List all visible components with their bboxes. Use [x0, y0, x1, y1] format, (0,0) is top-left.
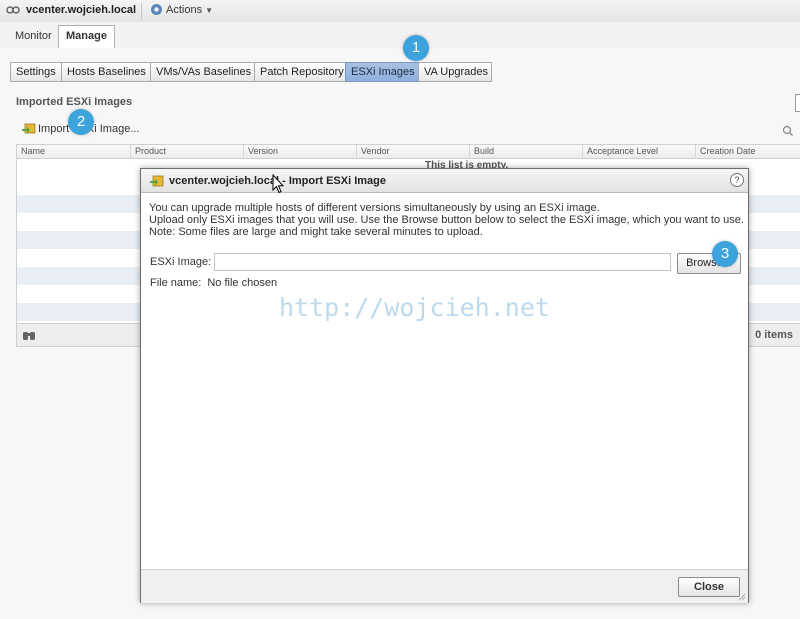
gear-icon [151, 4, 162, 15]
column-header-build[interactable]: Build [469, 145, 584, 158]
tab-settings[interactable]: Settings [10, 62, 62, 82]
column-header-vendor[interactable]: Vendor [356, 145, 471, 158]
actions-menu[interactable]: Actions ▼ [150, 3, 213, 16]
column-header-name[interactable]: Name [17, 145, 131, 158]
chevron-down-icon: ▼ [205, 6, 213, 15]
filter-search[interactable] [778, 122, 798, 140]
host-name: vcenter.wojcieh.local [26, 4, 137, 16]
import-package-icon [150, 175, 164, 187]
column-header-product[interactable]: Product [130, 145, 245, 158]
import-package-icon [22, 123, 36, 134]
callout-1: 1 [403, 35, 429, 61]
column-header-acceptance-level[interactable]: Acceptance Level [582, 145, 697, 158]
column-header-creation-date[interactable]: Creation Date [695, 145, 800, 158]
panel-toggle-button[interactable] [795, 94, 800, 112]
description-line-3: Note: Some files are large and might tak… [149, 226, 483, 238]
description-line-2: Upload only ESXi images that you will us… [149, 214, 744, 226]
description-line-1: You can upgrade multiple hosts of differ… [149, 202, 600, 214]
esxi-image-field-row: ESXi Image: Browse... [150, 253, 741, 274]
tab-hosts-baselines[interactable]: Hosts Baselines [61, 62, 151, 82]
close-button[interactable]: Close [678, 577, 740, 597]
tab-monitor[interactable]: Monitor [7, 25, 60, 47]
watermark: http://wojcieh.net [279, 293, 550, 322]
search-icon [782, 125, 793, 136]
callout-2: 2 [68, 109, 94, 135]
tab-vms-vas-baselines[interactable]: VMs/VAs Baselines [150, 62, 255, 82]
table-header: Name Product Version Vendor Build Accept… [17, 145, 800, 159]
file-name-label: File name: [150, 277, 202, 289]
tab-manage[interactable]: Manage [58, 25, 115, 48]
dialog-description: You can upgrade multiple hosts of differ… [149, 202, 744, 238]
binoculars-icon[interactable] [22, 329, 36, 341]
dialog-title-bar[interactable]: vcenter.wojcieh.local - Import ESXi Imag… [141, 169, 748, 193]
actions-label: Actions [166, 4, 203, 16]
tab-patch-repository[interactable]: Patch Repository [254, 62, 346, 82]
tab-va-upgrades[interactable]: VA Upgrades [418, 62, 492, 82]
import-esxi-image-dialog: vcenter.wojcieh.local - Import ESXi Imag… [140, 168, 749, 603]
section-title: Imported ESXi Images [16, 96, 133, 108]
dialog-footer: Close [141, 569, 748, 603]
mouse-cursor-icon [272, 174, 284, 194]
esxi-image-label: ESXi Image: [150, 256, 212, 268]
callout-3: 3 [712, 241, 738, 267]
vcenter-icon [6, 6, 20, 14]
help-icon[interactable]: ? [730, 173, 744, 187]
file-name-value: No file chosen [207, 277, 278, 289]
title-bar: vcenter.wojcieh.local Actions ▼ [0, 0, 800, 23]
tab-esxi-images[interactable]: ESXi Images [345, 62, 419, 82]
view-tabs: Monitor Manage [0, 22, 800, 49]
file-name-row: File name: No file chosen [150, 277, 277, 289]
column-header-version[interactable]: Version [243, 145, 358, 158]
items-count: 0 items [755, 329, 793, 341]
resize-grip-icon[interactable] [738, 593, 746, 601]
esxi-image-input[interactable] [214, 253, 671, 271]
divider [141, 3, 142, 19]
